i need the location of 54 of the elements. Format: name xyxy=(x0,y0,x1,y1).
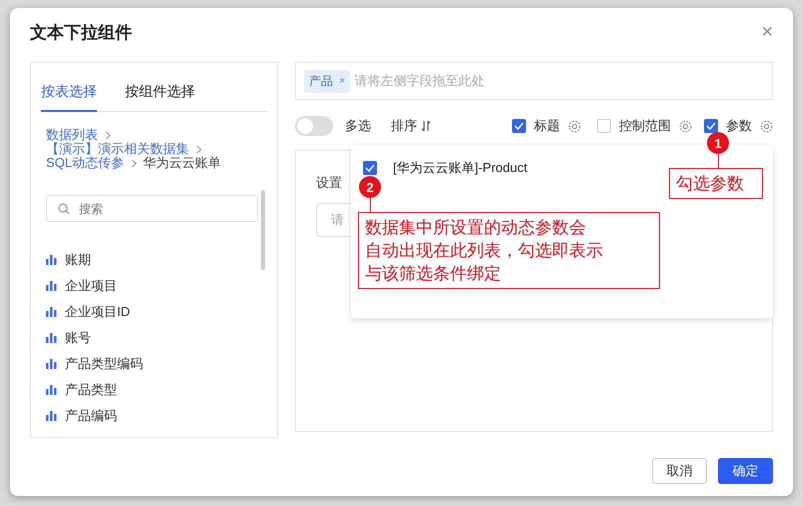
field-item[interactable]: 企业项目ID xyxy=(65,302,130,320)
breadcrumb-current: 华为云云账单 xyxy=(143,156,222,170)
toggle-switch[interactable] xyxy=(295,116,333,136)
checkbox-label: 参数 xyxy=(726,117,752,135)
checkbox-label: 控制范围 xyxy=(619,117,671,135)
field-item[interactable]: 账期 xyxy=(65,250,91,268)
dialog-title: 文本下拉组件 xyxy=(30,22,132,44)
number-badge: 2 xyxy=(359,176,381,198)
chevron-right-icon xyxy=(105,130,111,140)
parameter-label: [华为云云账单]-Product xyxy=(393,159,528,177)
search-icon xyxy=(58,203,70,215)
chevron-right-icon xyxy=(196,144,202,154)
search-field[interactable]: 搜索 xyxy=(46,195,258,222)
tab[interactable]: 按组件选择 xyxy=(125,81,195,112)
sort-label[interactable]: 排序 xyxy=(391,117,417,135)
chevron-right-icon xyxy=(131,158,138,168)
gear-icon[interactable] xyxy=(568,120,581,132)
number-badge: 1 xyxy=(707,132,729,154)
bar-chart-icon xyxy=(46,384,57,394)
field-item[interactable]: 企业项目 xyxy=(65,276,117,294)
tag-label: 产品 xyxy=(309,72,333,90)
checkbox[interactable] xyxy=(704,119,718,133)
drop-field[interactable]: 产品 × 请将左侧字段拖至此处 xyxy=(295,62,773,100)
default-value-label: 设置 xyxy=(316,174,342,192)
leader-line xyxy=(718,154,719,168)
drop-placeholder: 请将左侧字段拖至此处 xyxy=(354,72,484,90)
bar-chart-icon xyxy=(46,332,57,342)
multi-select-label: 多选 xyxy=(345,117,371,135)
breadcrumb-link[interactable]: 数据列表 xyxy=(46,128,98,142)
sort-icon[interactable] xyxy=(421,120,431,132)
checkbox[interactable] xyxy=(512,119,526,133)
close-button[interactable]: × xyxy=(761,20,773,44)
field-item[interactable]: 产品编码 xyxy=(65,406,117,424)
breadcrumb-link[interactable]: 【演示】演示相关数据集 xyxy=(46,142,189,156)
bar-chart-icon xyxy=(46,280,57,290)
checkbox-label: 标题 xyxy=(534,117,560,135)
field-item[interactable]: 产品类型 xyxy=(65,380,117,398)
field-item[interactable]: 账号 xyxy=(65,328,91,346)
bar-chart-icon xyxy=(46,358,57,368)
bar-chart-icon xyxy=(46,254,57,264)
gear-icon[interactable] xyxy=(679,120,692,132)
tab[interactable]: 按表选择 xyxy=(41,81,97,112)
checkbox[interactable] xyxy=(363,161,377,175)
cancel-button[interactable]: 取消 xyxy=(652,458,707,484)
confirm-button[interactable]: 确定 xyxy=(718,458,773,484)
gear-icon[interactable] xyxy=(760,120,773,132)
breadcrumb-link[interactable]: SQL动态传参 xyxy=(46,156,124,170)
bar-chart-icon xyxy=(46,306,57,316)
field-item[interactable]: 产品类型编码 xyxy=(65,354,143,372)
bar-chart-icon xyxy=(46,410,57,420)
leader-line xyxy=(370,198,371,212)
scrollbar[interactable] xyxy=(261,190,265,270)
annotation-note: 数据集中所设置的动态参数会 自动出现在此列表，勾选即表示 与该筛选条件绑定 xyxy=(358,212,660,289)
annotation-note: 勾选参数 xyxy=(669,168,763,199)
